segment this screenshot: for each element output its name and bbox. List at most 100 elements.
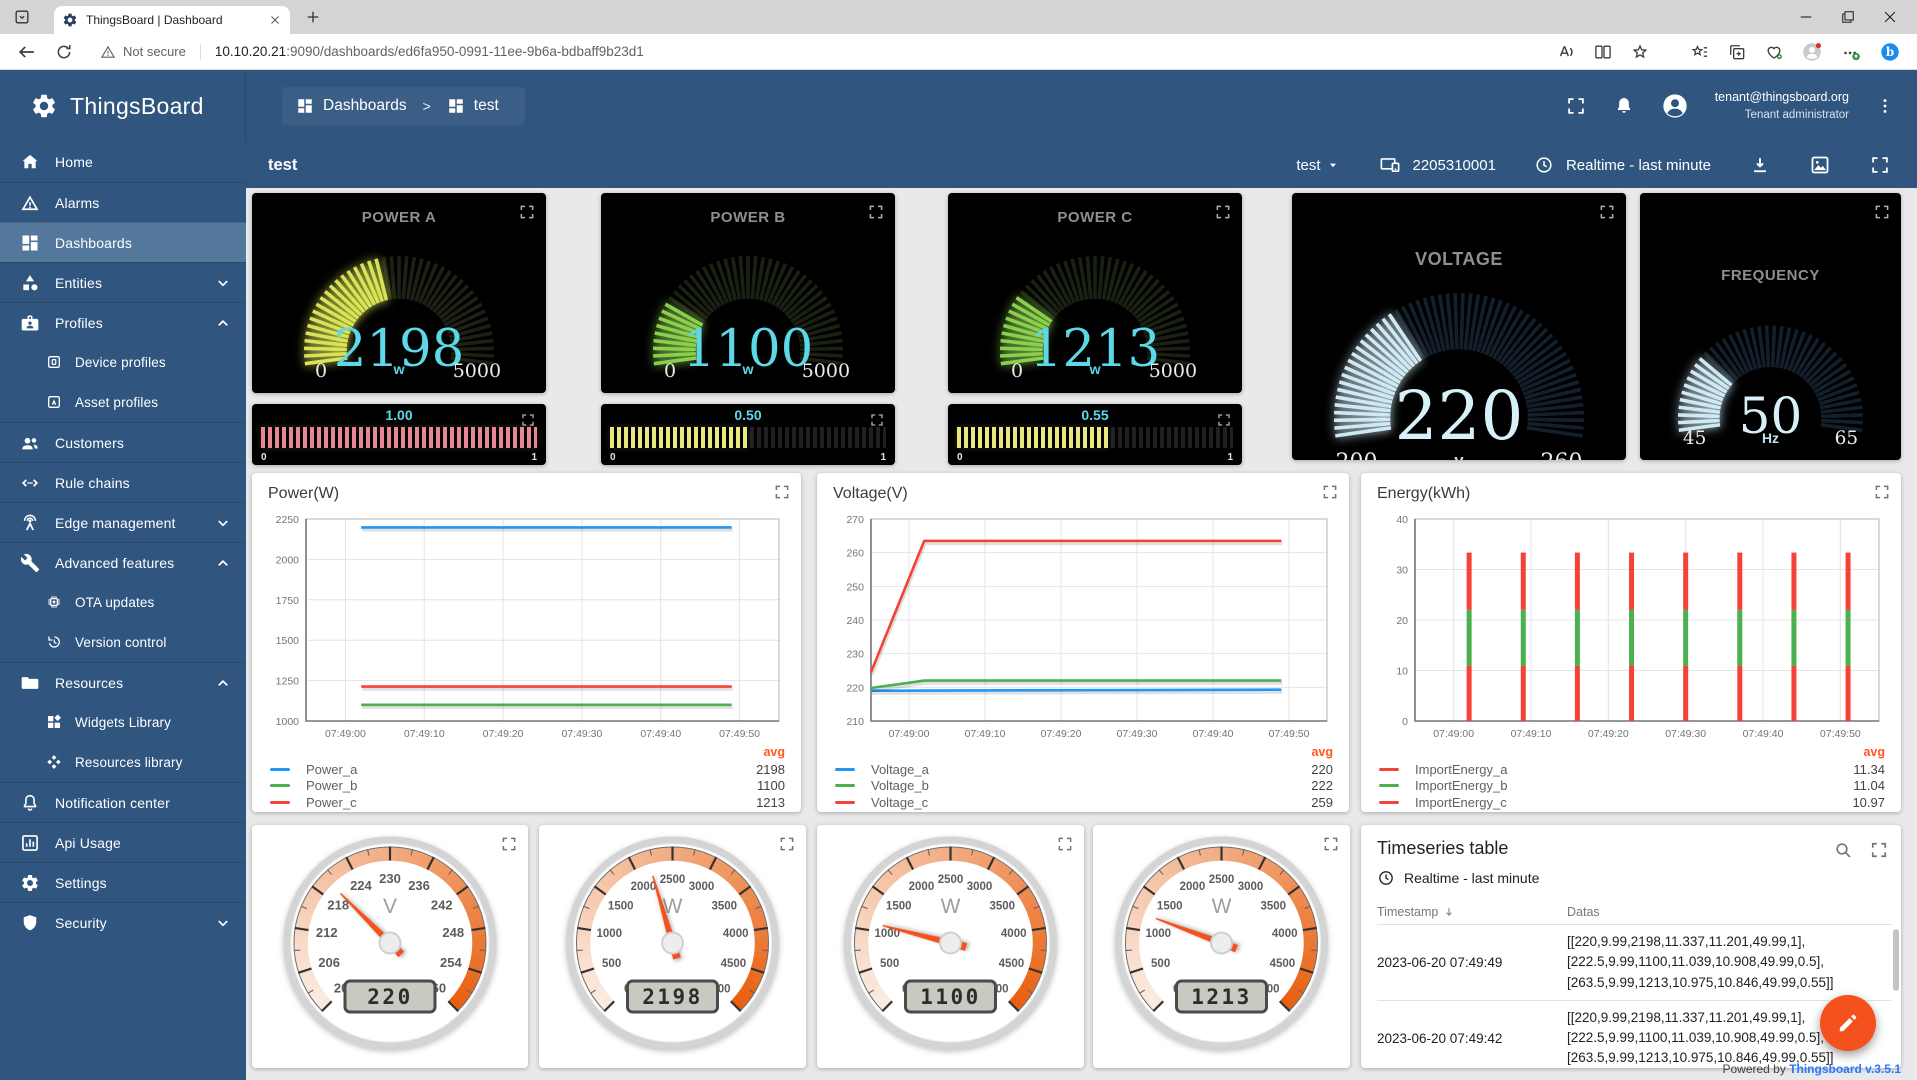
header-fullscreen-icon[interactable]: [1565, 95, 1587, 117]
read-aloud-icon[interactable]: [1556, 42, 1576, 62]
chevron-down-icon: [214, 914, 232, 932]
sidebar-item-advanced-features[interactable]: Advanced features: [0, 542, 246, 582]
header-menu-icon[interactable]: [1875, 96, 1895, 116]
bar-gauge-max: 1: [531, 452, 537, 463]
fullscreen-icon[interactable]: [773, 483, 791, 501]
svg-text:230: 230: [846, 649, 864, 661]
address-bar[interactable]: Not secure 10.10.20.21:9090/dashboards/e…: [100, 44, 1556, 60]
legend-row[interactable]: ImportEnergy_a11.34: [1379, 761, 1885, 778]
legend-avg-value: 1100: [757, 778, 785, 793]
sidebar-item-home[interactable]: Home: [0, 142, 246, 182]
sort-arrow-icon: [1442, 905, 1456, 919]
fullscreen-icon[interactable]: [1869, 840, 1889, 860]
svg-text:206: 206: [318, 955, 340, 970]
fullscreen-icon[interactable]: [1216, 412, 1232, 428]
svg-text:07:49:30: 07:49:30: [1665, 728, 1706, 740]
browser-profile-avatar[interactable]: [1801, 41, 1823, 63]
dashboard-image-icon[interactable]: [1809, 154, 1831, 176]
sidebar-item-api-usage[interactable]: Api Usage: [0, 822, 246, 862]
sidebar-item-asset-profiles[interactable]: Asset profiles: [0, 382, 246, 422]
legend-row[interactable]: Power_b1100: [270, 778, 785, 795]
fullscreen-icon[interactable]: [520, 412, 536, 428]
table-row[interactable]: 2023-06-20 07:49:49[[220,9.99,2198,11.33…: [1377, 925, 1891, 1001]
sidebar-item-resources-library[interactable]: Resources library: [0, 742, 246, 782]
sidebar-item-version-control[interactable]: Version control: [0, 622, 246, 662]
fullscreen-icon[interactable]: [1873, 483, 1891, 501]
legend-row[interactable]: ImportEnergy_b11.04: [1379, 778, 1885, 795]
thingsboard-logo[interactable]: ThingsBoard: [0, 70, 246, 142]
sidebar-item-notification-center[interactable]: Notification center: [0, 782, 246, 822]
sidebar-item-rule-chains[interactable]: Rule chains: [0, 462, 246, 502]
table-header-row: Timestamp Datas: [1377, 899, 1891, 925]
favorite-star-icon[interactable]: [1630, 42, 1650, 62]
legend-row[interactable]: Voltage_c259: [835, 794, 1333, 811]
timewindow-button[interactable]: Realtime - last minute: [1534, 155, 1711, 175]
device-chip[interactable]: 2205310001: [1379, 154, 1496, 176]
notifications-bell-icon[interactable]: [1613, 95, 1635, 117]
fullscreen-icon[interactable]: [1321, 483, 1339, 501]
legend-row[interactable]: Voltage_a220: [835, 761, 1333, 778]
browser-essentials-icon[interactable]: [1764, 42, 1784, 62]
close-button[interactable]: [1881, 8, 1899, 26]
restore-button[interactable]: [1839, 8, 1857, 26]
fullscreen-icon[interactable]: [1598, 203, 1616, 221]
sidebar-item-settings[interactable]: Settings: [0, 862, 246, 902]
breadcrumb-test[interactable]: test: [447, 97, 499, 115]
split-screen-icon[interactable]: [1593, 42, 1613, 62]
column-timestamp[interactable]: Timestamp: [1377, 905, 1567, 919]
version-link[interactable]: Thingsboard v.3.5.1: [1789, 1062, 1901, 1076]
legend-row[interactable]: Voltage_b222: [835, 778, 1333, 795]
sidebar-item-dashboards[interactable]: Dashboards: [0, 222, 246, 262]
chart-plot: 21022023024025026027007:49:0007:49:1007:…: [829, 513, 1337, 745]
sidebar-item-label: Device profiles: [75, 355, 166, 370]
search-icon[interactable]: [1833, 840, 1853, 860]
dashboard-fullscreen-icon[interactable]: [1869, 154, 1891, 176]
export-download-icon[interactable]: [1749, 154, 1771, 176]
legend-row[interactable]: ImportEnergy_c10.97: [1379, 794, 1885, 811]
favorites-bar-icon[interactable]: [1690, 42, 1710, 62]
gauge-value: 220: [1292, 376, 1626, 455]
fullscreen-icon[interactable]: [867, 203, 885, 221]
table-timewindow[interactable]: Realtime - last minute: [1377, 869, 1539, 887]
fullscreen-icon[interactable]: [518, 203, 536, 221]
sidebar-item-edge-management[interactable]: Edge management: [0, 502, 246, 542]
sidebar-item-alarms[interactable]: Alarms: [0, 182, 246, 222]
sidebar: HomeAlarmsDashboardsEntitiesProfiles Devi…: [0, 142, 246, 1080]
minimize-button[interactable]: [1797, 8, 1815, 26]
fullscreen-icon[interactable]: [500, 835, 518, 853]
bing-icon[interactable]: b: [1879, 41, 1901, 63]
browser-tab[interactable]: ThingsBoard | Dashboard: [54, 6, 290, 34]
collections-icon[interactable]: [1727, 42, 1747, 62]
legend-row[interactable]: Power_a2198: [270, 761, 785, 778]
fullscreen-icon[interactable]: [1214, 203, 1232, 221]
tab-close-icon[interactable]: [268, 13, 282, 27]
fullscreen-icon[interactable]: [778, 835, 796, 853]
table-row[interactable]: 2023-06-20 07:49:42[[220,9.99,2198,11.33…: [1377, 1001, 1891, 1068]
entity-select[interactable]: test: [1296, 157, 1340, 174]
refresh-button[interactable]: [54, 42, 74, 62]
svg-text:4000: 4000: [1001, 928, 1027, 940]
sidebar-item-customers[interactable]: Customers: [0, 422, 246, 462]
user-avatar[interactable]: [1661, 92, 1689, 120]
fullscreen-icon[interactable]: [1322, 835, 1340, 853]
back-button[interactable]: [16, 41, 38, 63]
sidebar-item-profiles[interactable]: Profiles: [0, 302, 246, 342]
sidebar-item-widgets-library[interactable]: Widgets Library: [0, 702, 246, 742]
sidebar-item-resources[interactable]: Resources: [0, 662, 246, 702]
fullscreen-icon[interactable]: [1873, 203, 1891, 221]
sidebar-item-entities[interactable]: Entities: [0, 262, 246, 302]
edit-dashboard-fab[interactable]: [1820, 995, 1876, 1051]
column-datas[interactable]: Datas: [1567, 905, 1600, 919]
sidebar-item-device-profiles[interactable]: Device profiles: [0, 342, 246, 382]
sidebar-item-security[interactable]: Security: [0, 902, 246, 942]
bar-gauge-fill: [610, 427, 748, 448]
breadcrumb-dashboards[interactable]: Dashboards: [296, 97, 407, 115]
browser-menu-icon[interactable]: [1840, 41, 1862, 63]
fullscreen-icon[interactable]: [1056, 835, 1074, 853]
legend-row[interactable]: Power_c1213: [270, 794, 785, 811]
table-scrollbar[interactable]: [1893, 929, 1899, 991]
fullscreen-icon[interactable]: [869, 412, 885, 428]
new-tab-button[interactable]: [304, 8, 322, 26]
tab-actions-icon[interactable]: [12, 7, 32, 27]
sidebar-item-ota-updates[interactable]: OTA updates: [0, 582, 246, 622]
